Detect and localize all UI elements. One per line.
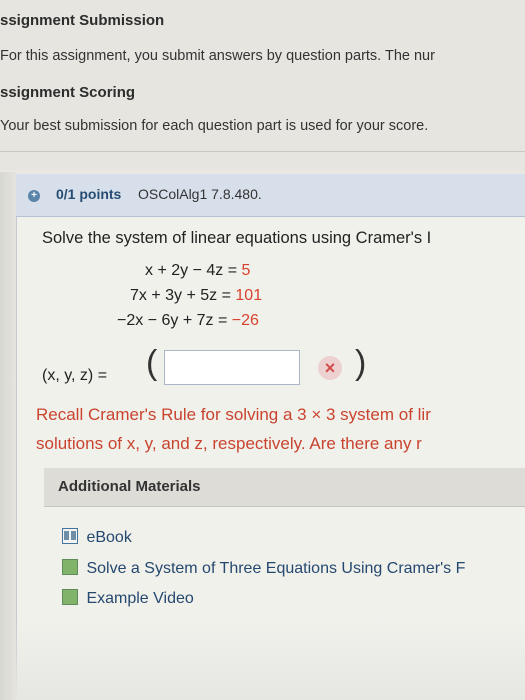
hint-text-line-1: Recall Cramer's Rule for solving a 3 × 3… [36, 405, 431, 424]
answer-label: (x, y, z) = [42, 367, 108, 384]
video-icon [62, 559, 78, 575]
material-label: eBook [86, 529, 132, 546]
equation-lhs: −2x − 6y + 7z = [117, 312, 228, 329]
additional-materials-title: Additional Materials [58, 478, 201, 495]
question-points: 0/1 points [56, 186, 122, 202]
material-example-video-link[interactable]: Example Video [62, 589, 194, 608]
incorrect-icon: × [318, 356, 342, 380]
material-label: Solve a System of Three Equations Using … [86, 560, 466, 577]
equation-rhs: 5 [241, 262, 251, 279]
question-code: OSColAlg1 7.8.480. [138, 186, 262, 202]
assignment-scoring-text: Your best submission for each question p… [0, 118, 429, 134]
equation-lhs: 7x + 3y + 5z = [130, 287, 231, 304]
answer-input[interactable] [164, 350, 300, 385]
assignment-submission-text: For this assignment, you submit answers … [0, 48, 435, 64]
expand-question-icon[interactable]: + [28, 190, 40, 202]
header-divider [0, 151, 525, 152]
equation-line: −2x − 6y + 7z = −26 [117, 312, 259, 330]
bottom-page-shadow [16, 620, 525, 700]
equation-lhs: x + 2y − 4z = [145, 262, 238, 279]
assignment-header: ssignment Submission For this assignment… [0, 0, 525, 170]
open-paren: ( [146, 344, 158, 382]
assignment-scoring-title: ssignment Scoring [0, 84, 136, 101]
book-icon [62, 528, 78, 544]
material-video-link[interactable]: Solve a System of Three Equations Using … [62, 559, 465, 578]
close-paren: ) [355, 344, 367, 382]
video-icon [62, 589, 78, 605]
equation-line: x + 2y − 4z = 5 [145, 262, 250, 280]
equation-line: 7x + 3y + 5z = 101 [130, 287, 262, 305]
question-prompt: Solve the system of linear equations usi… [42, 229, 432, 247]
material-label: Example Video [86, 590, 194, 607]
left-page-shadow [0, 172, 16, 700]
equation-rhs: 101 [235, 287, 263, 304]
equation-rhs: −26 [231, 312, 259, 329]
assignment-submission-title: ssignment Submission [0, 12, 165, 29]
hint-text-line-2: solutions of x, y, and z, respectively. … [36, 434, 422, 453]
material-ebook-link[interactable]: eBook [62, 528, 132, 547]
